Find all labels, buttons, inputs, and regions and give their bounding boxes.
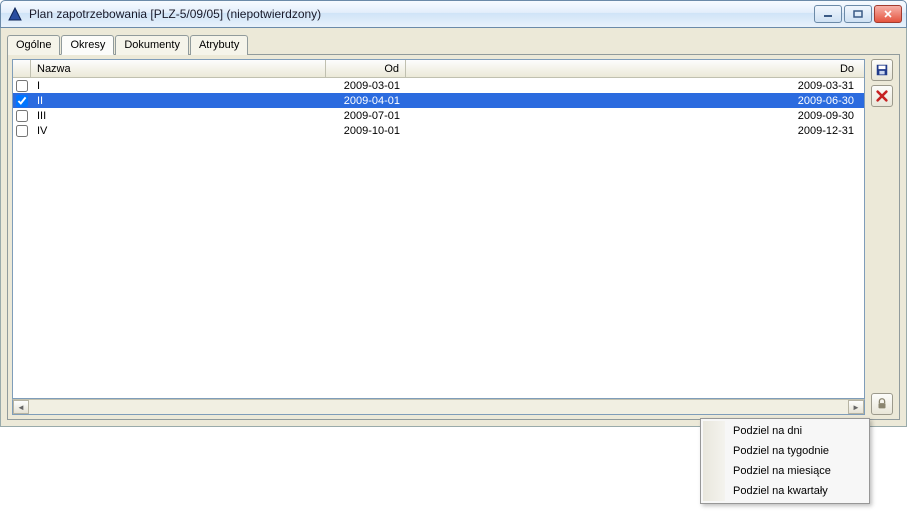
tab-atrybuty[interactable]: Atrybuty [190,35,248,55]
checkbox[interactable] [16,125,28,137]
periods-grid[interactable]: Nazwa Od Do I 2009-03-01 2009-03-31 II 2 [12,59,865,399]
delete-button[interactable] [871,85,893,107]
cell-od: 2009-07-01 [326,110,406,122]
window-body: Ogólne Okresy Dokumenty Atrybuty Nazwa O… [0,28,907,427]
grid-body: I 2009-03-01 2009-03-31 II 2009-04-01 20… [13,78,864,138]
column-check[interactable] [13,60,31,77]
window-controls [814,5,902,23]
save-button[interactable] [871,59,893,81]
grid-wrapper: Nazwa Od Do I 2009-03-01 2009-03-31 II 2 [12,59,865,415]
app-icon [7,6,23,22]
table-row[interactable]: I 2009-03-01 2009-03-31 [13,78,864,93]
menu-item-tygodnie[interactable]: Podziel na tygodnie [703,441,867,461]
menu-item-kwartaly[interactable]: Podziel na kwartały [703,481,867,501]
tab-ogolne[interactable]: Ogólne [7,35,60,55]
grid-header: Nazwa Od Do [13,60,864,78]
side-toolbar [869,59,895,415]
cell-do: 2009-03-31 [406,80,864,92]
tab-panel-okresy: Nazwa Od Do I 2009-03-01 2009-03-31 II 2 [7,54,900,420]
table-row[interactable]: III 2009-07-01 2009-09-30 [13,108,864,123]
table-row[interactable]: IV 2009-10-01 2009-12-31 [13,123,864,138]
horizontal-scrollbar[interactable]: ◄ ► [12,399,865,415]
row-check[interactable] [13,110,31,122]
cell-do: 2009-12-31 [406,125,864,137]
window-title: Plan zapotrzebowania [PLZ-5/09/05] (niep… [29,7,808,21]
cell-do: 2009-09-30 [406,110,864,122]
titlebar: Plan zapotrzebowania [PLZ-5/09/05] (niep… [0,0,907,28]
column-od[interactable]: Od [326,60,406,77]
scroll-left-button[interactable]: ◄ [13,400,29,414]
row-check[interactable] [13,125,31,137]
row-check[interactable] [13,80,31,92]
table-row[interactable]: II 2009-04-01 2009-06-30 [13,93,864,108]
cell-od: 2009-04-01 [326,95,406,107]
checkbox[interactable] [16,80,28,92]
split-menu: Podziel na dni Podziel na tygodnie Podzi… [700,418,870,504]
cell-do: 2009-06-30 [406,95,864,107]
cell-nazwa: III [31,110,326,122]
tab-dokumenty[interactable]: Dokumenty [115,35,189,55]
column-nazwa[interactable]: Nazwa [31,60,326,77]
cell-od: 2009-10-01 [326,125,406,137]
menu-item-miesiace[interactable]: Podziel na miesiące [703,461,867,481]
maximize-button[interactable] [844,5,872,23]
checkbox[interactable] [16,95,28,107]
column-do[interactable]: Do [406,60,864,77]
lock-button[interactable] [871,393,893,415]
checkbox[interactable] [16,110,28,122]
tab-okresy[interactable]: Okresy [61,35,114,55]
cell-nazwa: IV [31,125,326,137]
floppy-icon [875,63,889,77]
close-button[interactable] [874,5,902,23]
lock-icon [875,397,889,411]
cell-nazwa: I [31,80,326,92]
tabstrip: Ogólne Okresy Dokumenty Atrybuty [7,35,900,55]
delete-x-icon [875,89,889,103]
menu-item-dni[interactable]: Podziel na dni [703,421,867,441]
cell-od: 2009-03-01 [326,80,406,92]
row-check[interactable] [13,95,31,107]
scroll-right-button[interactable]: ► [848,400,864,414]
minimize-button[interactable] [814,5,842,23]
cell-nazwa: II [31,95,326,107]
